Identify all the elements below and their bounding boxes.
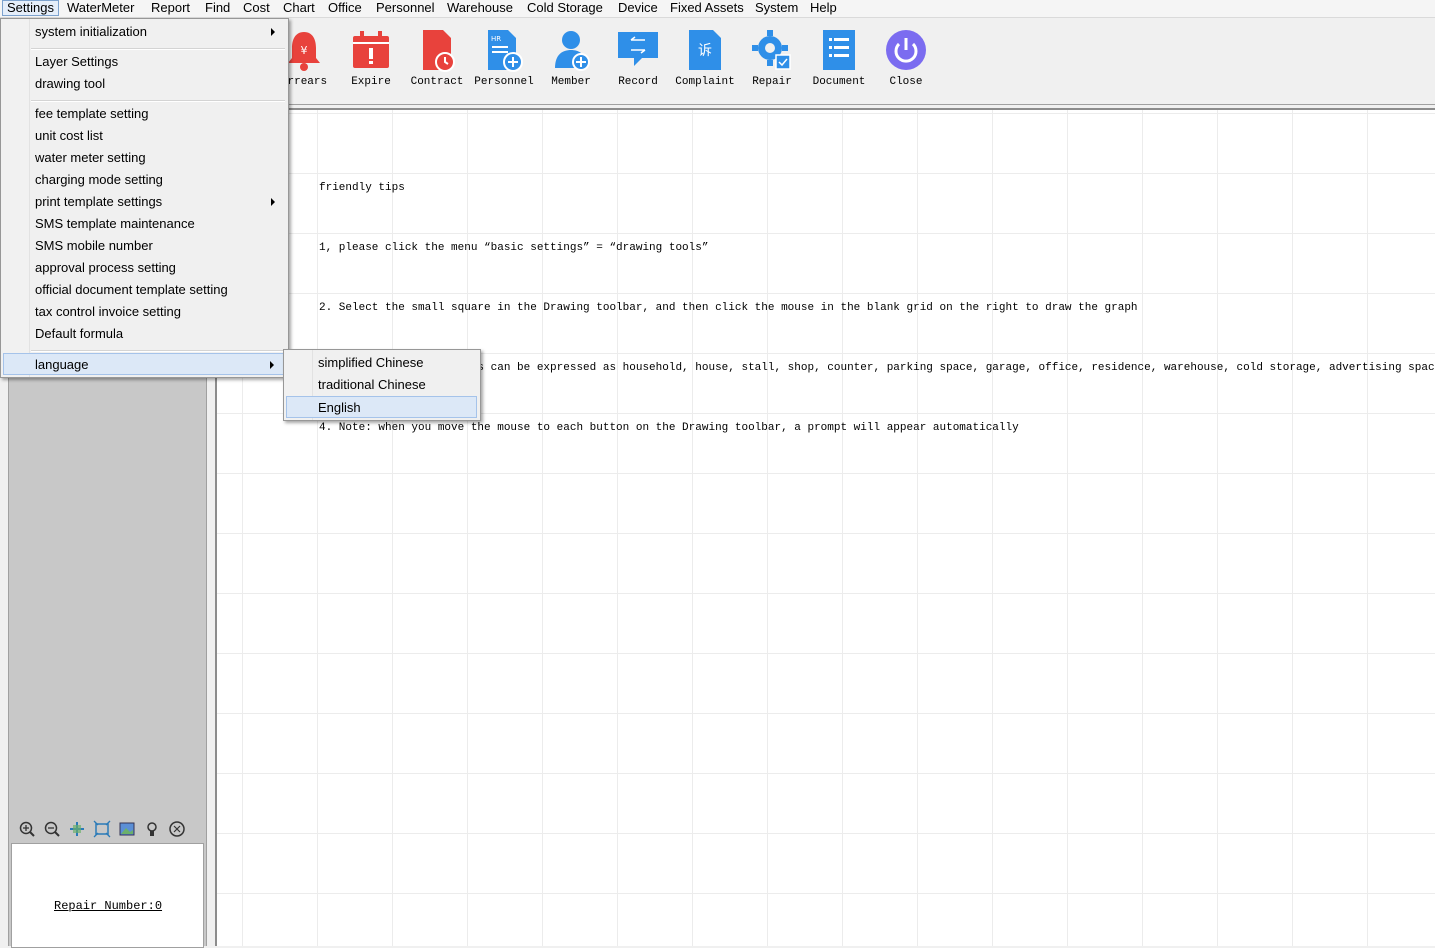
complaint-button[interactable]: 诉 Complaint	[672, 18, 738, 104]
menu-device[interactable]: Device	[618, 0, 658, 16]
menu-item-system-initialization[interactable]: system initialization	[3, 21, 285, 43]
menu-separator	[31, 100, 285, 102]
menu-chart[interactable]: Chart	[283, 0, 315, 16]
friendly-tips: friendly tips 1, please click the menu “…	[319, 138, 1435, 478]
expire-button[interactable]: Expire	[338, 18, 404, 104]
image-icon[interactable]	[118, 820, 136, 838]
gear-check-icon	[752, 30, 791, 70]
menu-system[interactable]: System	[755, 0, 798, 16]
close-label: Close	[889, 76, 923, 88]
settings-menu: system initialization Layer Settings dra…	[0, 18, 289, 378]
close-button[interactable]: Close	[873, 18, 939, 104]
chevron-right-icon	[271, 198, 275, 206]
zoom-in-icon[interactable]	[18, 820, 36, 838]
svg-text:诉: 诉	[698, 43, 712, 59]
menu-item-english[interactable]: English	[286, 396, 477, 418]
menu-item-print-template-settings[interactable]: print template settings	[3, 191, 285, 213]
tips-title: friendly tips	[319, 182, 405, 194]
menu-item-unit-cost-list[interactable]: unit cost list	[3, 125, 285, 147]
menu-item-layer-settings[interactable]: Layer Settings	[3, 51, 285, 73]
menu-fixed-assets[interactable]: Fixed Assets	[670, 0, 744, 16]
tips-line-1: 1, please click the menu “basic settings…	[319, 242, 709, 254]
menu-personnel[interactable]: Personnel	[376, 0, 435, 16]
menu-item-traditional-chinese[interactable]: traditional Chinese	[286, 374, 477, 396]
chevron-right-icon	[271, 28, 275, 36]
power-icon	[886, 30, 926, 70]
repair-number-link[interactable]: Repair Number:0	[54, 899, 162, 913]
menu-separator	[31, 350, 285, 352]
repair-button[interactable]: Repair	[739, 18, 805, 104]
menu-item-tax-control-invoice-setting[interactable]: tax control invoice setting	[3, 301, 285, 323]
repair-info-box: Repair Number:0	[11, 843, 204, 948]
drawing-canvas[interactable]: friendly tips 1, please click the menu “…	[215, 108, 1435, 946]
calendar-alert-icon	[353, 31, 389, 68]
document-clock-icon	[423, 30, 455, 72]
personnel-button[interactable]: HR Personnel	[471, 18, 537, 104]
bulb-icon[interactable]	[143, 820, 161, 838]
record-button[interactable]: Record	[605, 18, 671, 104]
menu-report[interactable]: Report	[151, 0, 190, 16]
complaint-document-icon: 诉	[689, 30, 721, 70]
user-add-icon	[555, 31, 590, 71]
compass-icon[interactable]	[168, 820, 186, 838]
menu-cost[interactable]: Cost	[243, 0, 270, 16]
menu-item-simplified-chinese[interactable]: simplified Chinese	[286, 352, 477, 374]
menu-item-sms-mobile-number[interactable]: SMS mobile number	[3, 235, 285, 257]
contract-button[interactable]: Contract	[404, 18, 470, 104]
menu-warehouse[interactable]: Warehouse	[447, 0, 513, 16]
svg-text:HR: HR	[491, 35, 501, 43]
menu-item-drawing-tool[interactable]: drawing tool	[3, 73, 285, 95]
svg-text:¥: ¥	[301, 44, 308, 57]
chevron-right-icon	[270, 361, 274, 369]
menu-item-official-document-template-setting[interactable]: official document template setting	[3, 279, 285, 301]
menu-help[interactable]: Help	[810, 0, 837, 16]
menu-settings[interactable]: Settings	[2, 0, 59, 16]
tips-line-3: 3. Note: a square express can be express…	[319, 362, 1435, 374]
tips-line-4: 4. Note: when you move the mouse to each…	[319, 422, 1019, 434]
zoom-out-icon[interactable]	[43, 820, 61, 838]
menu-item-charging-mode-setting[interactable]: charging mode setting	[3, 169, 285, 191]
tips-line-2: 2. Select the small square in the Drawin…	[319, 302, 1138, 314]
menu-watermeter[interactable]: WaterMeter	[67, 0, 134, 16]
fit-icon[interactable]	[93, 820, 111, 838]
document-button[interactable]: Document	[806, 18, 872, 104]
menu-item-sms-template-maintenance[interactable]: SMS template maintenance	[3, 213, 285, 235]
language-submenu: simplified Chinese traditional Chinese E…	[283, 349, 481, 421]
menu-item-language[interactable]: language	[3, 353, 285, 375]
bell-icon: ¥	[288, 32, 320, 71]
move-icon[interactable]	[68, 820, 86, 838]
hr-document-add-icon: HR	[488, 30, 523, 72]
menu-cold-storage[interactable]: Cold Storage	[527, 0, 603, 16]
exchange-chat-icon	[618, 32, 658, 66]
menu-item-fee-template-setting[interactable]: fee template setting	[3, 103, 285, 125]
menu-separator	[31, 48, 285, 50]
menu-office[interactable]: Office	[328, 0, 362, 16]
member-button[interactable]: Member	[538, 18, 604, 104]
menu-find[interactable]: Find	[205, 0, 230, 16]
menu-bar: Settings WaterMeter Report Find Cost Cha…	[0, 0, 1435, 18]
menu-item-water-meter-setting[interactable]: water meter setting	[3, 147, 285, 169]
list-document-icon	[823, 30, 855, 70]
menu-item-approval-process-setting[interactable]: approval process setting	[3, 257, 285, 279]
menu-item-default-formula[interactable]: Default formula	[3, 323, 285, 345]
